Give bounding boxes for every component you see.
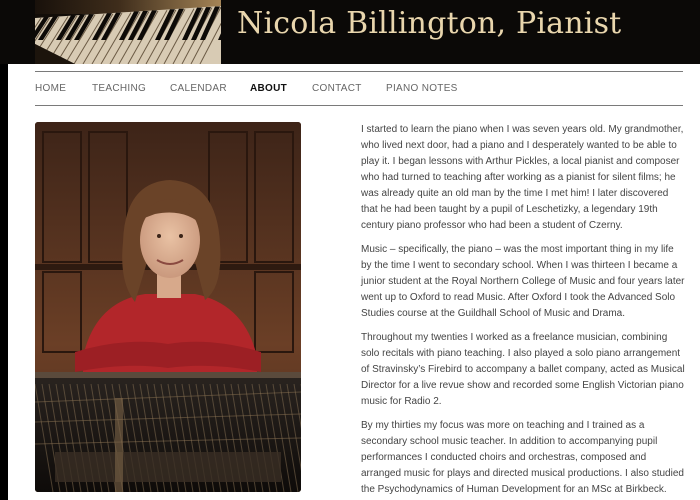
content-card: HOME TEACHING CALENDAR ABOUT CONTACT PIA… bbox=[8, 64, 700, 500]
pianist-portrait-photo bbox=[35, 122, 301, 492]
about-paragraph: Music – specifically, the piano – was th… bbox=[361, 244, 685, 319]
about-paragraph: Throughout my twenties I worked as a fre… bbox=[361, 332, 685, 407]
nav-divider-bottom bbox=[35, 105, 683, 106]
nav-item-teaching[interactable]: TEACHING bbox=[92, 83, 170, 94]
nav-item-piano-notes[interactable]: PIANO NOTES bbox=[386, 83, 458, 94]
nav-item-calendar[interactable]: CALENDAR bbox=[170, 83, 250, 94]
about-text-column: I started to learn the piano when I was … bbox=[361, 122, 685, 500]
site-title[interactable]: Nicola Billington, Pianist bbox=[237, 6, 621, 41]
piano-keys-banner-image bbox=[35, 0, 221, 64]
piano-keys-illustration bbox=[35, 0, 221, 64]
nav-item-about[interactable]: ABOUT bbox=[250, 83, 312, 94]
nav-item-contact[interactable]: CONTACT bbox=[312, 83, 386, 94]
site-header: Nicola Billington, Pianist bbox=[0, 0, 700, 64]
pianist-portrait-illustration bbox=[35, 122, 301, 492]
about-paragraph: By my thirties my focus was more on teac… bbox=[361, 420, 684, 495]
nav-item-home[interactable]: HOME bbox=[35, 83, 92, 94]
main-navigation: HOME TEACHING CALENDAR ABOUT CONTACT PIA… bbox=[35, 72, 458, 105]
about-paragraph: I started to learn the piano when I was … bbox=[361, 124, 684, 231]
